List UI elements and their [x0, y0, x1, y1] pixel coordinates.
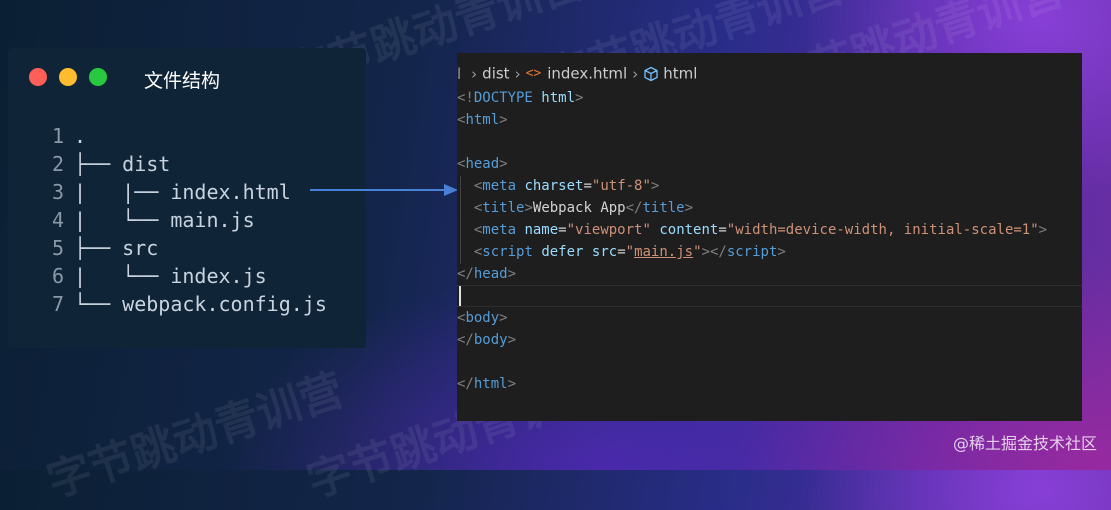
code-line: <html>	[457, 112, 508, 128]
arrow-connector	[310, 184, 458, 196]
breadcrumb: l › dist › <> index.html › html	[457, 62, 697, 84]
code-line: <body>	[457, 310, 508, 326]
watermark-bottom: 字节跳动青训营	[41, 364, 350, 509]
breadcrumb-symbol[interactable]: html	[663, 65, 697, 83]
breadcrumb-folder[interactable]: dist	[482, 65, 509, 83]
current-line-highlight	[457, 285, 1082, 307]
line-number: 5	[51, 236, 64, 260]
line-number: 7	[51, 292, 64, 316]
tree-entry: ├── src	[74, 236, 159, 260]
code-line: <meta name="viewport" content="width=dev…	[473, 222, 1048, 238]
line-number: 6	[51, 264, 64, 288]
minimize-dot[interactable]	[59, 68, 77, 86]
tree-entry: | |── index.html	[74, 180, 291, 204]
tree-entry: .	[74, 124, 87, 148]
chevron-right-icon: l	[457, 64, 462, 83]
tree-line: 7 └── webpack.config.js	[8, 290, 327, 318]
breadcrumb-file[interactable]: index.html	[547, 65, 627, 83]
code-line: </body>	[457, 332, 517, 348]
tree-line: 2 ├── dist	[8, 150, 170, 178]
code-line: <title>Webpack App</title>	[473, 200, 694, 216]
code-line: <meta charset="utf-8">	[473, 178, 660, 194]
credit-watermark: @稀土掘金技术社区	[952, 434, 1097, 453]
tree-entry: └── webpack.config.js	[74, 292, 327, 316]
chevron-right-icon: ›	[514, 64, 521, 83]
code-line: <head>	[457, 156, 508, 172]
tree-line: 1.	[8, 122, 86, 150]
code-line: </html>	[457, 376, 517, 392]
tree-entry: | └── index.js	[74, 264, 267, 288]
line-number: 4	[51, 208, 64, 232]
src-link[interactable]: main.js	[634, 244, 693, 260]
symbol-cube-icon	[644, 66, 658, 81]
code-line: <!DOCTYPE html>	[457, 90, 584, 106]
tree-line: 5 ├── src	[8, 234, 158, 262]
tree-entry: ├── dist	[74, 152, 171, 176]
code-line: </head>	[457, 266, 517, 282]
chevron-right-icon: ›	[632, 64, 639, 83]
tree-line: 4 | └── main.js	[8, 206, 255, 234]
tree-entry: | └── main.js	[74, 208, 255, 232]
chevron-right-icon: ›	[471, 64, 478, 83]
maximize-dot[interactable]	[89, 68, 107, 86]
tree-line: 6 | └── index.js	[8, 262, 267, 290]
tree-line: 3 | |── index.html	[8, 178, 291, 206]
line-number: 3	[51, 180, 64, 204]
tree-title: 文件结构	[144, 70, 221, 92]
code-line: <script defer src="main.js"></script>	[473, 244, 786, 260]
close-dot[interactable]	[29, 68, 47, 86]
text-cursor	[459, 286, 461, 306]
html-file-icon: <>	[525, 65, 542, 81]
line-number: 2	[51, 152, 64, 176]
line-number: 1	[51, 124, 64, 148]
